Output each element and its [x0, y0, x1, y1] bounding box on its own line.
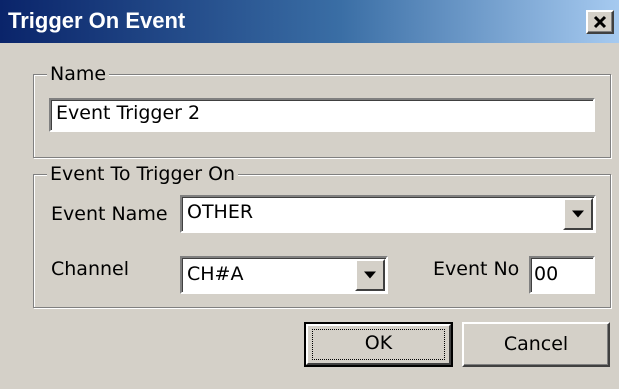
chevron-down-icon — [572, 210, 584, 218]
trigger-on-event-dialog: Trigger On Event Name Event Trigger 2 Ev… — [0, 0, 619, 389]
name-group-label: Name — [47, 63, 110, 85]
chevron-down-icon — [364, 271, 376, 279]
close-button[interactable] — [586, 10, 614, 34]
event-group-label: Event To Trigger On — [47, 163, 239, 185]
event-name-dropdown-button[interactable] — [563, 198, 593, 230]
channel-dropdown-button[interactable] — [355, 259, 385, 291]
name-input[interactable]: Event Trigger 2 — [49, 98, 595, 132]
ok-button-label: OK — [312, 329, 445, 360]
title-bar[interactable]: Trigger On Event — [0, 0, 619, 43]
cancel-button[interactable]: Cancel — [462, 322, 610, 367]
close-icon — [593, 15, 607, 29]
ok-button[interactable]: OK — [304, 322, 453, 367]
event-name-select[interactable]: OTHER — [180, 195, 596, 233]
event-name-label: Event Name — [51, 203, 168, 225]
window-title: Trigger On Event — [8, 8, 186, 33]
event-no-label: Event No — [433, 258, 520, 280]
channel-label: Channel — [51, 258, 130, 280]
event-no-input[interactable]: 00 — [529, 256, 595, 294]
